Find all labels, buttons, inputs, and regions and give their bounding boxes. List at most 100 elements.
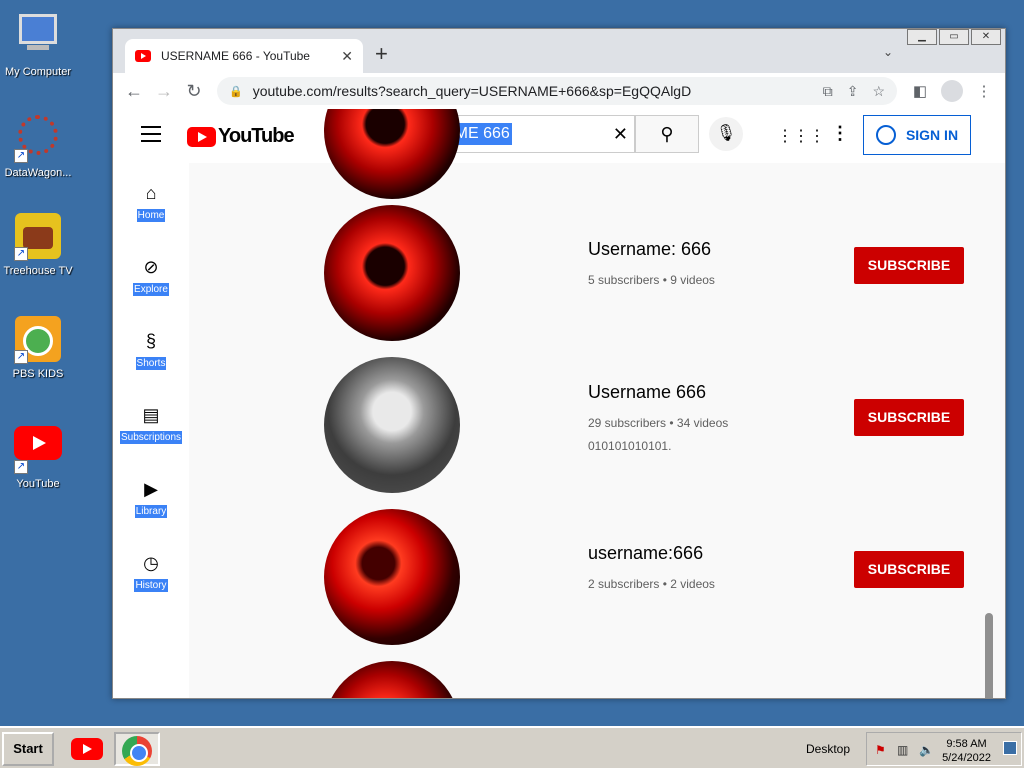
channel-avatar[interactable] [324, 509, 460, 645]
channel-description: 010101010101. [588, 439, 672, 453]
browser-window: ▁ ▭ ✕ USERNAME 666 - YouTube ✕ + ⌄ ← → ↻… [112, 28, 1006, 699]
side-nav: ⌂ Home ⊘ Explore § Shorts ▤ Subscription… [113, 163, 189, 698]
tab-title: USERNAME 666 - YouTube [161, 49, 310, 63]
settings-more-icon[interactable]: ⋮ [831, 123, 849, 144]
bookmark-star-icon[interactable]: ☆ [872, 83, 885, 100]
desktop-toolbar-label[interactable]: Desktop [806, 742, 850, 756]
channel-name[interactable]: Username: 666 [588, 239, 711, 260]
browser-toolbar: ← → ↻ 🔒 youtube.com/results?search_query… [113, 73, 1005, 109]
clock-date: 5/24/2022 [942, 752, 991, 764]
browser-tab[interactable]: USERNAME 666 - YouTube ✕ [125, 39, 363, 73]
desktop-icon-treehouse[interactable]: ↗ Treehouse TV [0, 213, 76, 277]
desktop-icon-my-computer[interactable]: My Computer [0, 10, 76, 78]
pbs-kids-icon: ↗ [14, 316, 62, 364]
address-bar[interactable]: 🔒 youtube.com/results?search_query=USERN… [217, 77, 897, 105]
nav-label: History [134, 579, 168, 592]
tab-search-chevron-icon[interactable]: ⌄ [883, 45, 893, 59]
apps-grid-icon[interactable]: ⋮⋮⋮ [777, 126, 825, 146]
nav-label: Home [136, 209, 166, 222]
forward-icon[interactable]: → [149, 81, 179, 102]
sign-in-label: SIGN IN [905, 127, 959, 143]
desktop-icon-label: Treehouse TV [3, 265, 73, 277]
home-icon: ⌂ [145, 183, 157, 203]
desktop-icon-youtube[interactable]: ↗ YouTube [0, 426, 76, 490]
clear-search-icon[interactable]: ✕ [613, 124, 628, 145]
clock[interactable]: 9:58 AM 5/24/2022 [942, 737, 991, 765]
channel-meta: 29 subscribers • 34 videos [588, 416, 729, 430]
security-flag-icon[interactable]: ⚑ [875, 743, 886, 757]
taskbar: Start Desktop ⚑ ▥ 🔈 9:58 AM 5/24/2022 [0, 726, 1024, 768]
youtube-logo[interactable]: YouTube [187, 125, 295, 148]
channel-name[interactable]: Username 666 [588, 382, 706, 403]
channel-avatar[interactable] [324, 205, 460, 341]
profile-avatar-icon[interactable] [941, 80, 963, 102]
nav-label: Subscriptions [119, 431, 183, 444]
start-label: Start [13, 741, 43, 756]
computer-icon [14, 14, 62, 62]
subscribe-button[interactable]: SUBSCRIBE [854, 551, 964, 588]
search-results: Username: 666 5 subscribers • 9 videos S… [189, 109, 995, 698]
youtube-icon: ↗ [14, 426, 62, 474]
subscriptions-icon: ▤ [142, 405, 160, 425]
treehouse-icon: ↗ [14, 213, 62, 261]
nav-label: Library [134, 505, 168, 518]
reload-icon[interactable]: ↻ [179, 81, 209, 102]
youtube-masthead: YouTube USERNAME 666 ✕ ⚲ 🎙 ⋮⋮⋮ ⋮ SIGN IN [113, 109, 1005, 163]
history-icon: ◷ [143, 553, 159, 573]
start-button[interactable]: Start [2, 732, 54, 766]
side-panel-icon[interactable]: ◧ [905, 82, 935, 100]
url-text: youtube.com/results?search_query=USERNAM… [252, 83, 692, 99]
browser-menu-icon[interactable]: ⋮ [969, 82, 999, 100]
channel-avatar-partial[interactable] [324, 109, 460, 199]
nav-label: Shorts [135, 357, 167, 370]
nav-item-library[interactable]: ▶ Library [113, 459, 189, 533]
network-icon[interactable]: ▥ [897, 743, 908, 757]
close-tab-icon[interactable]: ✕ [341, 48, 353, 65]
shorts-icon: § [145, 331, 156, 351]
youtube-play-icon [187, 126, 216, 147]
channel-meta: 5 subscribers • 9 videos [588, 273, 715, 287]
channel-avatar-partial[interactable] [324, 661, 460, 698]
tab-strip: USERNAME 666 - YouTube ✕ + ⌄ [113, 29, 1005, 73]
clock-time: 9:58 AM [946, 738, 987, 750]
shortcut-arrow-icon: ↗ [14, 460, 28, 474]
new-tab-icon[interactable]: + [375, 41, 388, 67]
show-desktop-icon[interactable] [1003, 741, 1017, 755]
desktop-icon-label: YouTube [16, 478, 60, 490]
channel-meta: 2 subscribers • 2 videos [588, 577, 715, 591]
desktop-icon-label: DataWagon... [4, 167, 72, 179]
youtube-logo-text: YouTube [218, 125, 295, 147]
system-tray: ⚑ ▥ 🔈 9:58 AM 5/24/2022 [866, 732, 1022, 766]
chrome-icon [122, 736, 152, 766]
nav-item-explore[interactable]: ⊘ Explore [113, 237, 189, 311]
nav-item-home[interactable]: ⌂ Home [113, 163, 189, 237]
nav-item-history[interactable]: ◷ History [113, 533, 189, 607]
subscribe-button[interactable]: SUBSCRIBE [854, 247, 964, 284]
taskbar-youtube-button[interactable] [64, 732, 110, 766]
desktop-icon-datawagon[interactable]: ↗ DataWagon... [0, 113, 76, 179]
scrollbar-thumb[interactable] [985, 613, 993, 698]
nav-label: Explore [133, 283, 169, 296]
channel-name[interactable]: username:666 [588, 543, 703, 564]
lock-icon: 🔒 [229, 85, 243, 98]
library-icon: ▶ [144, 479, 158, 499]
shortcut-arrow-icon: ↗ [14, 350, 28, 364]
search-button[interactable]: ⚲ [635, 115, 699, 153]
open-in-app-icon[interactable]: ⧉ [823, 83, 833, 100]
hamburger-menu-icon[interactable] [141, 126, 161, 147]
share-icon[interactable]: ⇪ [847, 83, 859, 100]
desktop-icon-label: My Computer [4, 66, 72, 78]
volume-icon[interactable]: 🔈 [919, 743, 934, 757]
taskbar-chrome-button[interactable] [114, 732, 160, 766]
back-icon[interactable]: ← [119, 81, 149, 102]
sign-in-button[interactable]: SIGN IN [863, 115, 971, 155]
youtube-favicon-icon [135, 50, 151, 62]
nav-item-shorts[interactable]: § Shorts [113, 311, 189, 385]
account-icon [875, 125, 896, 145]
subscribe-button[interactable]: SUBSCRIBE [854, 399, 964, 436]
desktop-icon-pbs-kids[interactable]: ↗ PBS KIDS [0, 316, 76, 380]
voice-search-icon[interactable]: 🎙 [709, 117, 743, 151]
channel-avatar[interactable] [324, 357, 460, 493]
nav-item-subscriptions[interactable]: ▤ Subscriptions [113, 385, 189, 459]
datawagon-icon: ↗ [14, 115, 62, 163]
